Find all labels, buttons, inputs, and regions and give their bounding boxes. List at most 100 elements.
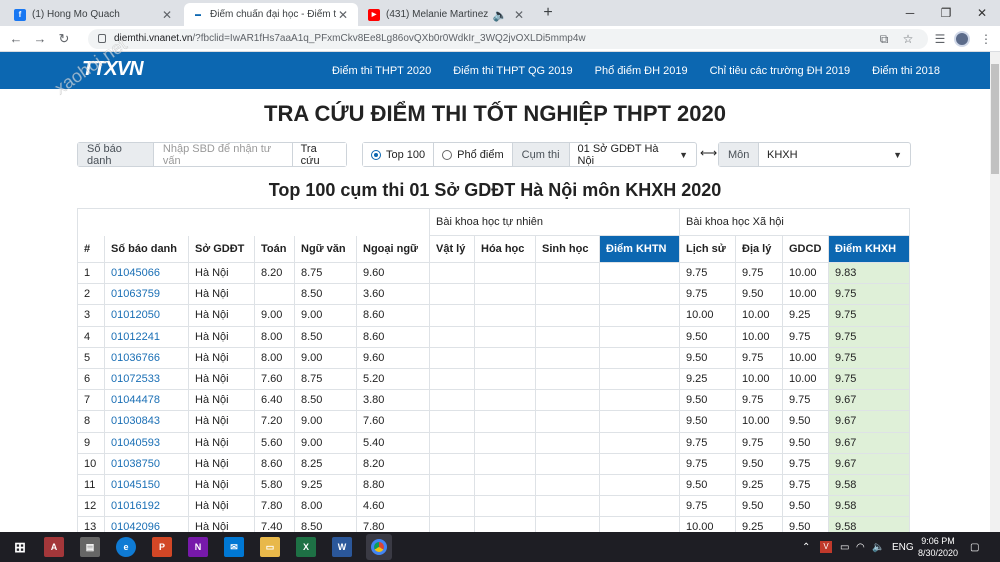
cluster-select-value: 01 Sở GDĐT Hà Nội xyxy=(577,142,659,167)
menu-icon[interactable]: ⋮ xyxy=(976,29,996,49)
sbd-link[interactable]: 01030843 xyxy=(104,410,189,433)
store-icon[interactable]: ▤ xyxy=(80,537,100,557)
table-cell xyxy=(535,261,600,285)
table-cell xyxy=(599,346,680,369)
address-bar[interactable]: diemthi.vnanet.vn/?fbclid=IwAR1fHs7aaA1q… xyxy=(88,29,928,49)
table-cell: 3.80 xyxy=(356,389,430,412)
scrollbar-thumb[interactable] xyxy=(991,64,999,174)
sbd-link[interactable]: 01040593 xyxy=(104,431,189,454)
sbd-link[interactable]: 01063759 xyxy=(104,283,189,306)
results-table: Bài khoa học tự nhiên Bài khoa học Xã hộ… xyxy=(77,208,910,539)
page-scrollbar[interactable] xyxy=(990,52,1000,532)
column-header: Điểm KHXH xyxy=(828,235,910,263)
table-cell: 8.50 xyxy=(294,325,357,348)
mail-icon[interactable]: ✉ xyxy=(224,537,244,557)
table-row: 5 01036766 Hà Nội 8.00 9.00 9.60 9.50 9.75 10.00… xyxy=(77,346,910,369)
table-cell: 8.75 xyxy=(294,367,357,391)
language-indicator[interactable]: ENG xyxy=(892,532,914,562)
close-window-icon[interactable]: ✕ xyxy=(964,0,1000,26)
table-cell: 9.67 xyxy=(828,452,910,475)
table-cell: 10.00 xyxy=(679,304,736,327)
sbd-link[interactable]: 01012241 xyxy=(104,325,189,348)
site-logo[interactable]: TTXVN xyxy=(82,58,144,81)
close-icon[interactable]: ✕ xyxy=(512,8,526,22)
table-cell: 9.50 xyxy=(679,410,736,433)
radio-pho-diem[interactable]: Phổ điểm xyxy=(434,143,513,166)
translate-icon[interactable]: ⧉ xyxy=(874,29,894,49)
powerpoint-icon[interactable]: P xyxy=(152,537,172,557)
sbd-link[interactable]: 01012050 xyxy=(104,304,189,327)
tab-diemthi[interactable]: ▬ Điểm chuẩn đại học - Điểm thi T ✕ xyxy=(184,3,358,26)
filter-group: Top 100 Phổ điểm Cụm thi 01 Sở GDĐT Hà N… xyxy=(362,142,697,167)
table-cell xyxy=(474,325,536,348)
clock[interactable]: 9:06 PM 8/30/2020 xyxy=(912,535,964,559)
nav-link-thpt-2020[interactable]: Điểm thi THPT 2020 xyxy=(332,65,431,77)
search-button[interactable]: Tra cứu xyxy=(292,143,347,167)
table-cell: 9.00 xyxy=(294,410,357,433)
table-cell: 4.60 xyxy=(356,495,430,518)
vnanet-icon: ▬ xyxy=(192,8,204,21)
forward-icon[interactable]: → xyxy=(30,29,50,49)
sbd-link[interactable]: 01072533 xyxy=(104,367,189,391)
close-icon[interactable]: ✕ xyxy=(336,8,350,22)
sbd-link[interactable]: 01045150 xyxy=(104,473,189,497)
tab-youtube[interactable]: ▶ (431) Melanie Martinez - Pla 🔈 ✕ xyxy=(360,3,534,26)
table-cell: 7 xyxy=(77,389,105,412)
reading-list-icon[interactable]: ☰ xyxy=(930,29,950,49)
sbd-link[interactable]: 01045066 xyxy=(104,261,189,285)
word-icon[interactable]: W xyxy=(332,537,352,557)
battery-icon[interactable]: ▭ xyxy=(840,532,849,562)
wifi-icon[interactable]: ◠ xyxy=(856,532,865,562)
maximize-icon[interactable]: ❐ xyxy=(928,0,964,26)
sbd-link[interactable]: 01016192 xyxy=(104,495,189,518)
notifications-icon[interactable]: ▢ xyxy=(970,532,979,562)
table-cell: 9.50 xyxy=(782,431,829,454)
sbd-link[interactable]: 01036766 xyxy=(104,346,189,369)
table-cell: 8.60 xyxy=(356,304,430,327)
subject-select[interactable]: KHXH ▼ xyxy=(759,143,910,166)
table-cell xyxy=(474,304,536,327)
table-cell: 9.75 xyxy=(735,346,783,369)
close-icon[interactable]: ✕ xyxy=(160,8,174,22)
nav-link-chi-tieu-2019[interactable]: Chỉ tiêu các trường ĐH 2019 xyxy=(710,65,851,77)
table-cell: 10.00 xyxy=(735,367,783,391)
edge-icon[interactable]: e xyxy=(116,537,136,557)
speaker-icon[interactable]: 🔈 xyxy=(488,8,512,22)
sbd-link[interactable]: 01038750 xyxy=(104,452,189,475)
column-header: GDCD xyxy=(782,235,829,263)
table-cell xyxy=(474,410,536,433)
table-cell xyxy=(474,389,536,412)
nav-link-diem-thi-2018[interactable]: Điểm thi 2018 xyxy=(872,65,940,77)
access-icon[interactable]: A xyxy=(44,537,64,557)
header-blank xyxy=(77,208,430,236)
table-cell xyxy=(254,283,295,306)
profile-avatar[interactable] xyxy=(952,29,972,49)
sbd-link[interactable]: 01044478 xyxy=(104,389,189,412)
radio-top100[interactable]: Top 100 xyxy=(363,143,435,166)
nav-link-pho-diem-2019[interactable]: Phổ điểm ĐH 2019 xyxy=(595,65,688,77)
file-explorer-icon[interactable]: ▭ xyxy=(260,537,280,557)
cluster-select[interactable]: 01 Sở GDĐT Hà Nội ▼ xyxy=(570,142,696,167)
site-nav-links: Điểm thi THPT 2020 Điểm thi THPT QG 2019… xyxy=(332,52,940,89)
table-row: 9 01040593 Hà Nội 5.60 9.00 5.40 9.75 9.75 9.50 9… xyxy=(77,431,910,454)
onenote-icon[interactable]: N xyxy=(188,537,208,557)
back-icon[interactable]: ← xyxy=(6,29,26,49)
star-icon[interactable]: ☆ xyxy=(898,29,918,49)
sbd-input[interactable]: Nhập SBD để nhận tư vấn xyxy=(154,143,293,167)
chrome-icon[interactable] xyxy=(366,534,392,560)
new-tab-button[interactable]: + xyxy=(538,3,558,23)
reload-icon[interactable]: ↻ xyxy=(54,29,74,49)
minimize-icon[interactable]: ─ xyxy=(892,0,928,26)
tray-chevron-icon[interactable]: ⌃ xyxy=(802,532,810,562)
clock-date: 8/30/2020 xyxy=(917,548,959,558)
nav-link-thpt-qg-2019[interactable]: Điểm thi THPT QG 2019 xyxy=(453,65,572,77)
table-cell: 9.75 xyxy=(782,473,829,497)
windows-start-icon[interactable]: ⊞ xyxy=(10,537,30,557)
table-cell xyxy=(474,261,536,285)
excel-icon[interactable]: X xyxy=(296,537,316,557)
tab-facebook[interactable]: f (1) Hong Mo Quach ✕ xyxy=(6,3,182,26)
tray-app-icon[interactable]: V xyxy=(820,532,832,562)
table-cell xyxy=(429,410,475,433)
volume-icon[interactable]: 🔈 xyxy=(872,532,884,562)
table-cell: Hà Nội xyxy=(188,325,255,348)
